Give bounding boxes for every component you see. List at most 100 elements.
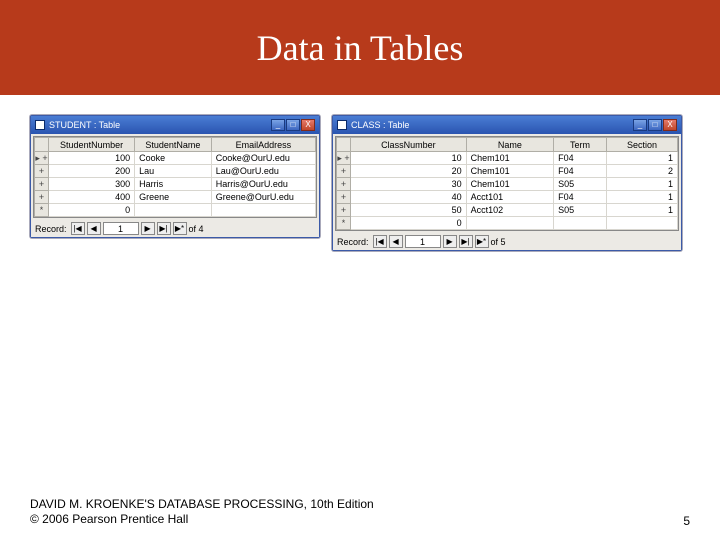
col-section[interactable]: Section	[606, 138, 677, 152]
class-window-title: CLASS : Table	[351, 120, 633, 130]
student-table[interactable]: StudentNumber StudentName EmailAddress ▸…	[34, 137, 316, 217]
table-row[interactable]: ▸ + 100 Cooke Cooke@OurU.edu	[35, 152, 316, 165]
cell[interactable]	[211, 204, 315, 217]
footer-left: DAVID M. KROENKE'S DATABASE PROCESSING, …	[30, 497, 374, 528]
row-selector[interactable]: ▸ +	[35, 152, 49, 165]
cell[interactable]: 50	[351, 204, 467, 217]
col-studentname[interactable]: StudentName	[135, 138, 212, 152]
cell[interactable]: Acct101	[466, 191, 553, 204]
cell[interactable]: S05	[554, 178, 607, 191]
row-selector[interactable]: +	[337, 165, 351, 178]
cell[interactable]: 200	[49, 165, 135, 178]
student-record-nav: Record: |◀ ◀ ▶ ▶| ▶* of 4	[31, 220, 319, 237]
nav-prev-button[interactable]: ◀	[389, 235, 403, 248]
record-of-label: of 5	[491, 237, 506, 247]
cell[interactable]: Chem101	[466, 152, 553, 165]
table-row[interactable]: + 40 Acct101 F04 1	[337, 191, 678, 204]
col-name[interactable]: Name	[466, 138, 553, 152]
nav-first-button[interactable]: |◀	[71, 222, 85, 235]
class-table[interactable]: ClassNumber Name Term Section ▸ + 10 Che…	[336, 137, 678, 230]
nav-prev-button[interactable]: ◀	[87, 222, 101, 235]
cell[interactable]: 300	[49, 178, 135, 191]
tables-container: STUDENT : Table _ □ X StudentNumber Stud…	[30, 115, 690, 251]
col-studentnumber[interactable]: StudentNumber	[49, 138, 135, 152]
student-grid: StudentNumber StudentName EmailAddress ▸…	[33, 136, 317, 218]
cell[interactable]: Harris	[135, 178, 212, 191]
cell[interactable]: 0	[351, 217, 467, 230]
col-classnumber[interactable]: ClassNumber	[351, 138, 467, 152]
cell[interactable]: 100	[49, 152, 135, 165]
cell[interactable]: 20	[351, 165, 467, 178]
new-row[interactable]: * 0	[337, 217, 678, 230]
cell[interactable]: 30	[351, 178, 467, 191]
cell[interactable]: Lau@OurU.edu	[211, 165, 315, 178]
cell[interactable]	[466, 217, 553, 230]
cell[interactable]: 1	[606, 152, 677, 165]
cell[interactable]: Harris@OurU.edu	[211, 178, 315, 191]
cell[interactable]: 1	[606, 204, 677, 217]
cell[interactable]: 1	[606, 191, 677, 204]
row-selector[interactable]: ▸ +	[337, 152, 351, 165]
table-row[interactable]: + 400 Greene Greene@OurU.edu	[35, 191, 316, 204]
cell[interactable]: 1	[606, 178, 677, 191]
cell[interactable]	[554, 217, 607, 230]
close-button[interactable]: X	[301, 119, 315, 131]
table-row[interactable]: + 20 Chem101 F04 2	[337, 165, 678, 178]
cell[interactable]: 10	[351, 152, 467, 165]
cell[interactable]: F04	[554, 165, 607, 178]
cell[interactable]: Chem101	[466, 165, 553, 178]
cell[interactable]: 400	[49, 191, 135, 204]
cell[interactable]: Cooke	[135, 152, 212, 165]
cell[interactable]: F04	[554, 152, 607, 165]
cell[interactable]	[135, 204, 212, 217]
nav-new-button[interactable]: ▶*	[475, 235, 489, 248]
row-selector[interactable]: +	[35, 165, 49, 178]
row-selector[interactable]: +	[35, 178, 49, 191]
cell[interactable]: F04	[554, 191, 607, 204]
cell[interactable]: S05	[554, 204, 607, 217]
class-titlebar[interactable]: CLASS : Table _ □ X	[333, 116, 681, 134]
cell[interactable]: Cooke@OurU.edu	[211, 152, 315, 165]
cell[interactable]: Chem101	[466, 178, 553, 191]
record-number-input[interactable]	[405, 235, 441, 248]
nav-last-button[interactable]: ▶|	[459, 235, 473, 248]
table-icon	[35, 120, 45, 130]
cell[interactable]	[606, 217, 677, 230]
minimize-button[interactable]: _	[633, 119, 647, 131]
slide-header: Data in Tables	[0, 0, 720, 95]
row-selector[interactable]: +	[35, 191, 49, 204]
nav-next-button[interactable]: ▶	[443, 235, 457, 248]
cell[interactable]: Lau	[135, 165, 212, 178]
table-row[interactable]: + 50 Acct102 S05 1	[337, 204, 678, 217]
maximize-button[interactable]: □	[648, 119, 662, 131]
row-selector[interactable]: +	[337, 178, 351, 191]
table-row[interactable]: + 30 Chem101 S05 1	[337, 178, 678, 191]
nav-last-button[interactable]: ▶|	[157, 222, 171, 235]
class-grid: ClassNumber Name Term Section ▸ + 10 Che…	[335, 136, 679, 231]
col-emailaddress[interactable]: EmailAddress	[211, 138, 315, 152]
close-button[interactable]: X	[663, 119, 677, 131]
cell[interactable]: Acct102	[466, 204, 553, 217]
class-table-window: CLASS : Table _ □ X ClassNumber Name Ter…	[332, 115, 682, 251]
student-titlebar[interactable]: STUDENT : Table _ □ X	[31, 116, 319, 134]
row-selector-new[interactable]: *	[337, 217, 351, 230]
cell[interactable]: 0	[49, 204, 135, 217]
cell[interactable]: Greene@OurU.edu	[211, 191, 315, 204]
row-selector[interactable]: +	[337, 204, 351, 217]
maximize-button[interactable]: □	[286, 119, 300, 131]
nav-first-button[interactable]: |◀	[373, 235, 387, 248]
cell[interactable]: Greene	[135, 191, 212, 204]
nav-new-button[interactable]: ▶*	[173, 222, 187, 235]
cell[interactable]: 40	[351, 191, 467, 204]
row-selector[interactable]: +	[337, 191, 351, 204]
record-number-input[interactable]	[103, 222, 139, 235]
table-row[interactable]: + 200 Lau Lau@OurU.edu	[35, 165, 316, 178]
new-row[interactable]: * 0	[35, 204, 316, 217]
row-selector-new[interactable]: *	[35, 204, 49, 217]
cell[interactable]: 2	[606, 165, 677, 178]
col-term[interactable]: Term	[554, 138, 607, 152]
table-row[interactable]: ▸ + 10 Chem101 F04 1	[337, 152, 678, 165]
table-row[interactable]: + 300 Harris Harris@OurU.edu	[35, 178, 316, 191]
minimize-button[interactable]: _	[271, 119, 285, 131]
nav-next-button[interactable]: ▶	[141, 222, 155, 235]
